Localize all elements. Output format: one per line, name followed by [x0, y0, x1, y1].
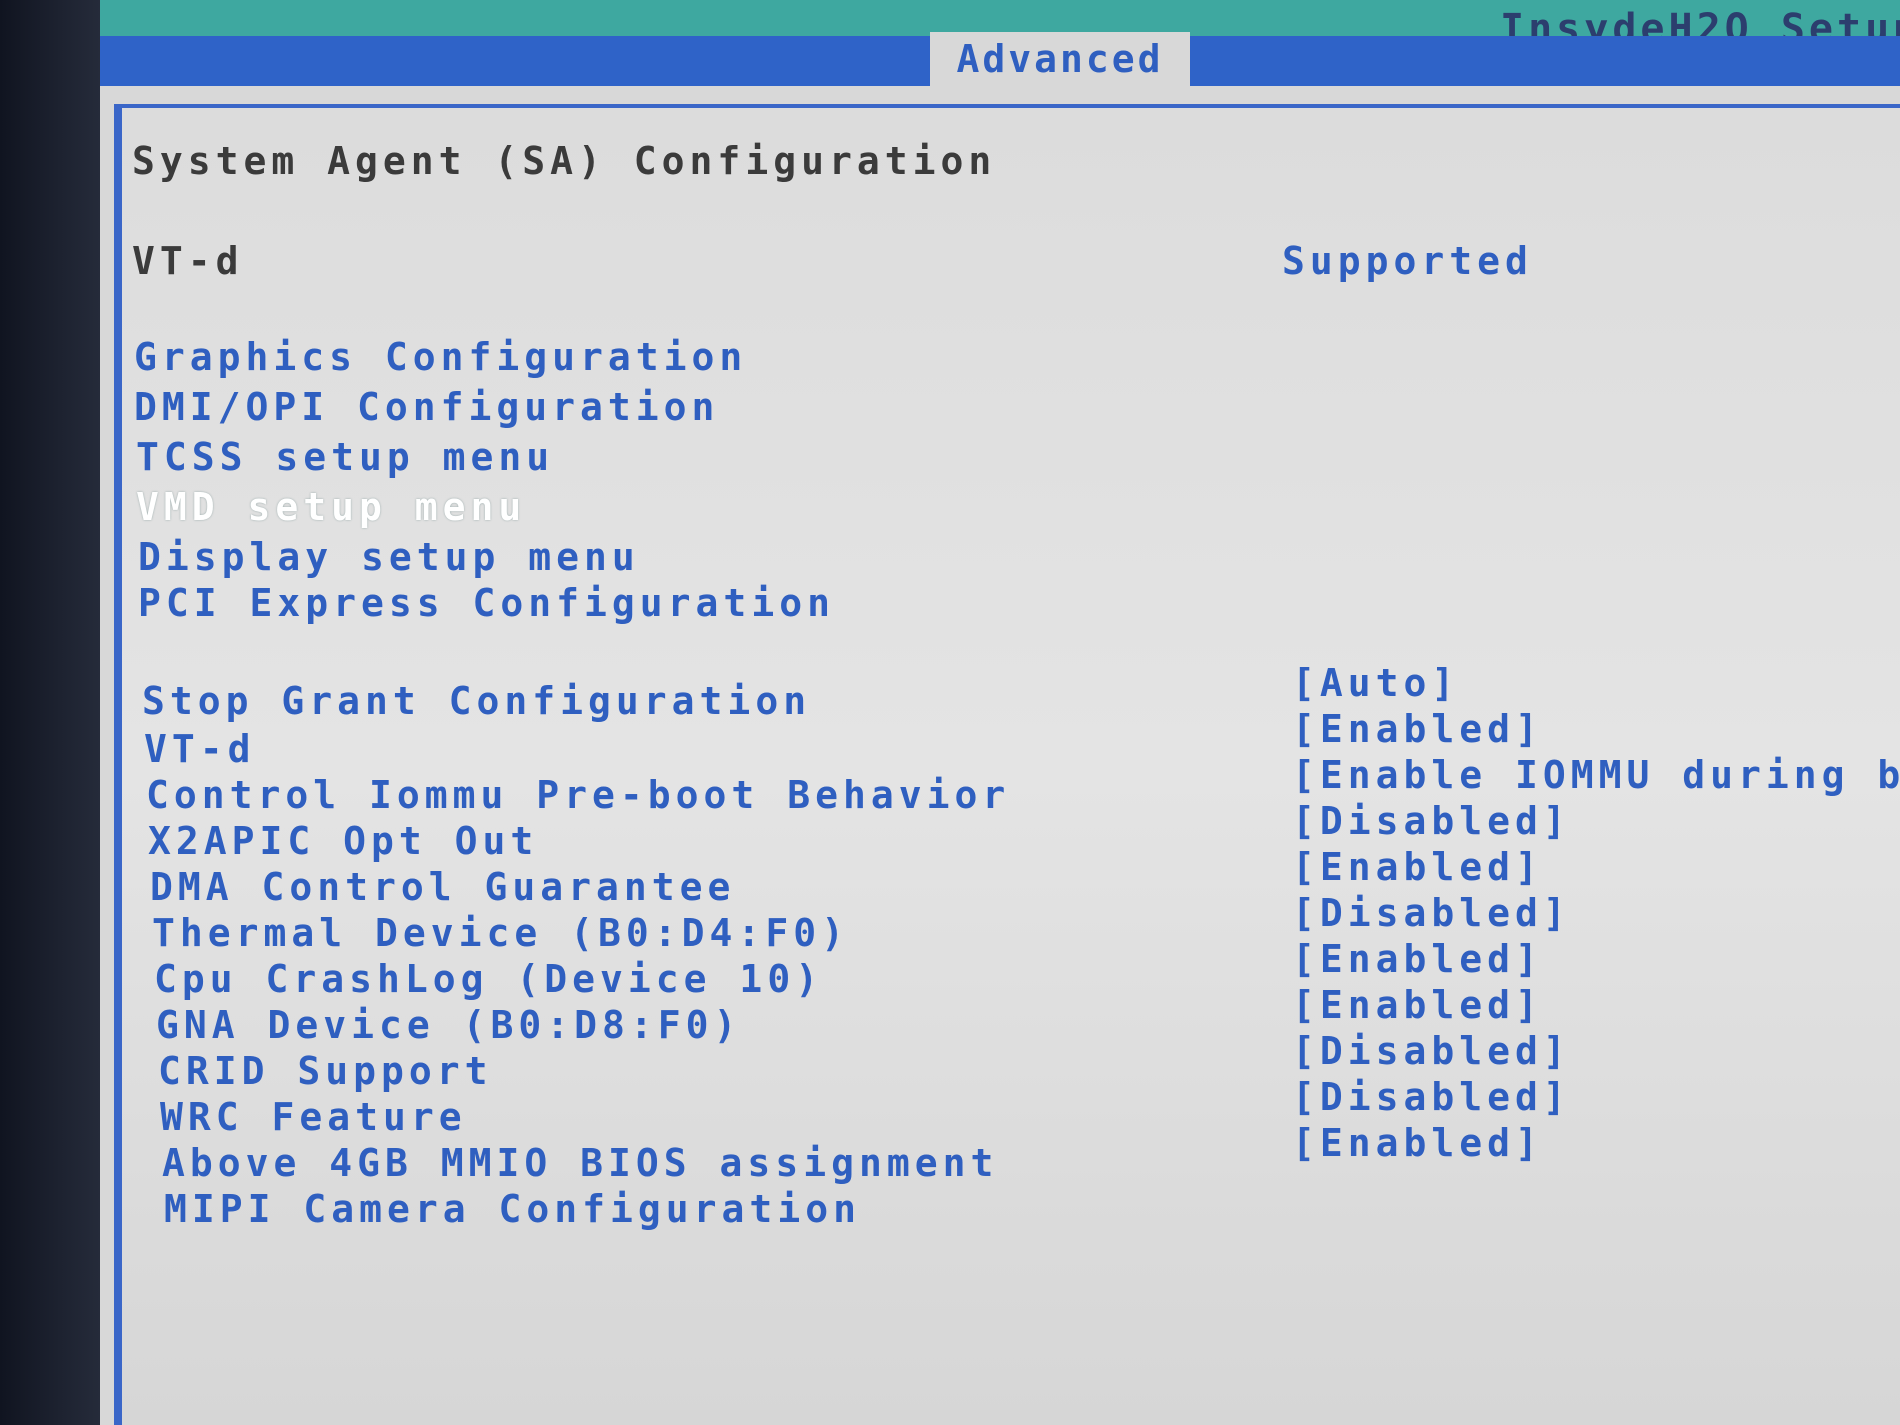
submenu-graphics-configuration[interactable]: Graphics Configuration	[134, 334, 747, 380]
setting-label-wrc-feature[interactable]: WRC Feature	[160, 1094, 467, 1140]
setting-label-vt-d[interactable]: VT-d	[144, 726, 256, 772]
setting-label-above-4gb-mmio[interactable]: Above 4GB MMIO BIOS assignment	[162, 1140, 998, 1186]
monitor-bezel	[0, 0, 100, 1425]
info-value-vt-d: Supported	[1282, 239, 1533, 283]
info-label-vt-d: VT-d	[132, 239, 244, 283]
setting-value-vt-d[interactable]: [Enabled]	[1292, 706, 1543, 752]
setting-value-thermal-device[interactable]: [Disabled]	[1292, 890, 1571, 936]
setting-value-wrc-feature[interactable]: [Disabled]	[1292, 1074, 1571, 1120]
settings-panel: System Agent (SA) Configuration VT-d Sup…	[114, 104, 1900, 1425]
setting-label-gna-device[interactable]: GNA Device (B0:D8:F0)	[156, 1002, 741, 1048]
submenu-tcss-setup-menu[interactable]: TCSS setup menu	[136, 434, 554, 480]
page-title: System Agent (SA) Configuration	[132, 139, 997, 183]
tab-advanced[interactable]: Advanced	[930, 32, 1190, 86]
submenu-vmd-setup-menu[interactable]: VMD setup menu	[136, 484, 526, 530]
setting-label-cpu-crashlog[interactable]: Cpu CrashLog (Device 10)	[154, 956, 823, 1002]
setting-label-x2apic[interactable]: X2APIC Opt Out	[148, 818, 538, 864]
submenu-dmi-opi-configuration[interactable]: DMI/OPI Configuration	[134, 384, 719, 430]
setting-label-thermal-device[interactable]: Thermal Device (B0:D4:F0)	[152, 910, 849, 956]
setting-value-crid-support[interactable]: [Disabled]	[1292, 1028, 1571, 1074]
setting-value-control-iommu[interactable]: [Enable IOMMU during boot	[1292, 752, 1900, 798]
setting-value-dma-control[interactable]: [Enabled]	[1292, 844, 1543, 890]
setting-value-x2apic[interactable]: [Disabled]	[1292, 798, 1571, 844]
setting-value-above-4gb-mmio[interactable]: [Enabled]	[1292, 1120, 1543, 1166]
setting-label-mipi-camera[interactable]: MIPI Camera Configuration	[164, 1186, 861, 1232]
setting-label-stop-grant[interactable]: Stop Grant Configuration	[142, 678, 811, 724]
setting-value-stop-grant[interactable]: [Auto]	[1292, 660, 1459, 706]
setting-label-dma-control[interactable]: DMA Control Guarantee	[150, 864, 735, 910]
setting-label-control-iommu[interactable]: Control Iommu Pre-boot Behavior	[146, 772, 1010, 818]
setting-label-crid-support[interactable]: CRID Support	[158, 1048, 493, 1094]
bios-screen: InsydeH2O Setup U Advanced System Agent …	[100, 0, 1900, 1425]
setting-value-gna-device[interactable]: [Enabled]	[1292, 982, 1543, 1028]
submenu-display-setup-menu[interactable]: Display setup menu	[138, 534, 640, 580]
setting-value-cpu-crashlog[interactable]: [Enabled]	[1292, 936, 1543, 982]
submenu-pci-express-configuration[interactable]: PCI Express Configuration	[138, 580, 835, 626]
